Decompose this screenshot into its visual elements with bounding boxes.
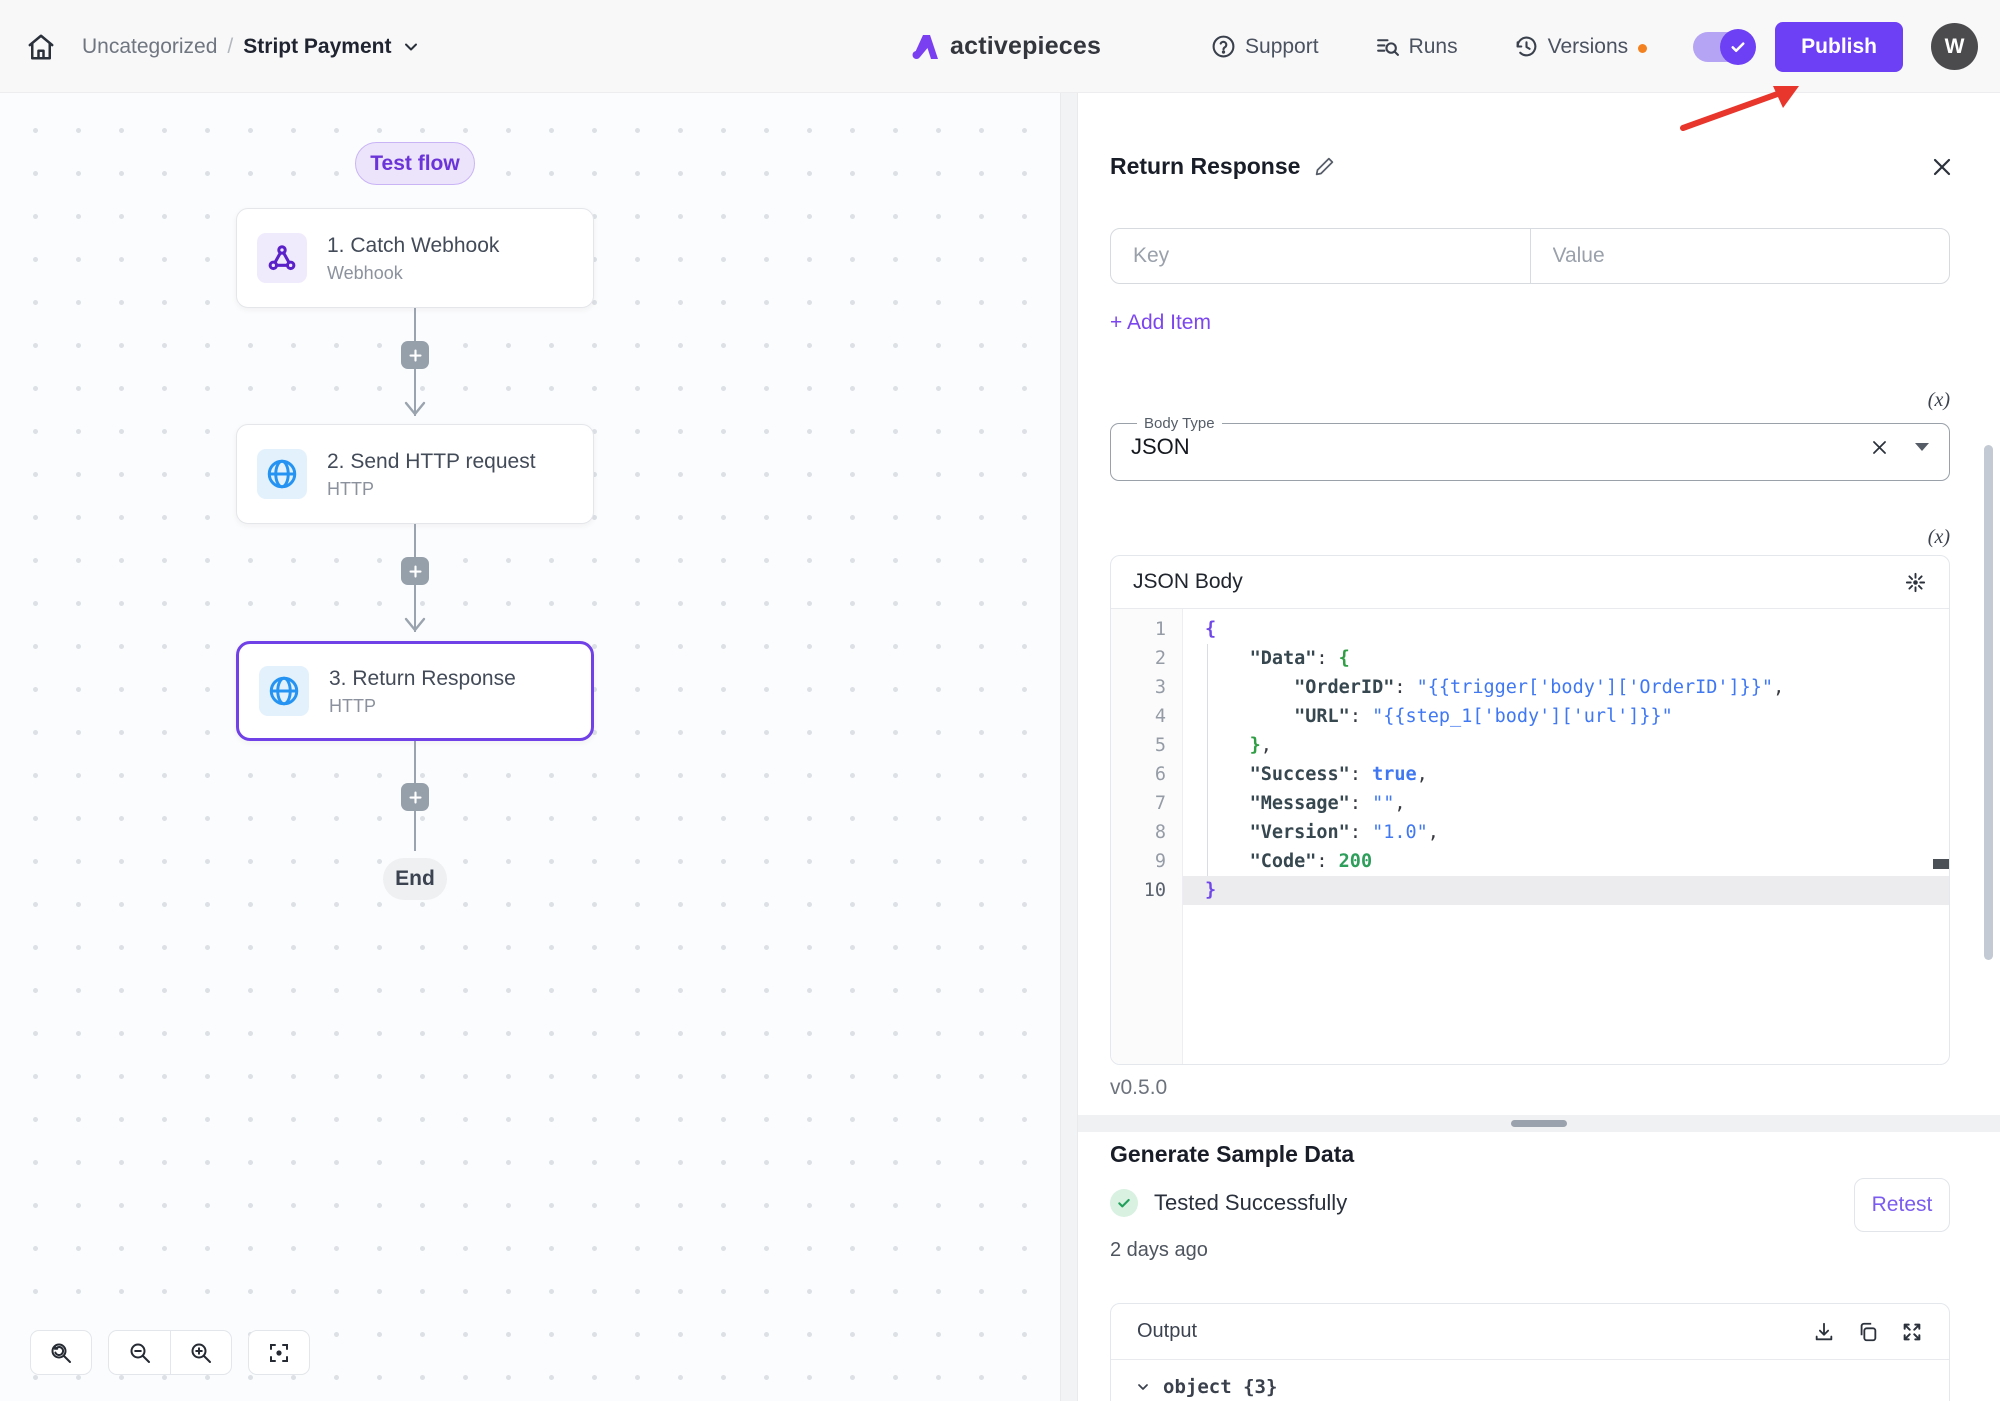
step-settings-panel: Return Response + Add Item (x) Body Type… xyxy=(1078,93,2000,1401)
code-content[interactable]: { "Data": { "OrderID": "{{trigger['body'… xyxy=(1183,609,1949,1064)
code-editor[interactable]: 12345678910 { "Data": { "OrderID": "{{tr… xyxy=(1111,609,1949,1064)
connector-arrowhead xyxy=(403,401,427,417)
test-status-label: Tested Successfully xyxy=(1154,1190,1347,1216)
breadcrumb-category[interactable]: Uncategorized xyxy=(82,35,217,59)
output-tree-node[interactable]: object {3} xyxy=(1111,1360,1949,1398)
chevron-down-icon xyxy=(1135,1379,1151,1395)
step-card-return-response[interactable]: 3. Return Response HTTP xyxy=(236,641,594,741)
top-bar: Uncategorized / Stript Payment activepie… xyxy=(0,0,2000,93)
flow-name[interactable]: Stript Payment xyxy=(243,35,391,59)
json-body-label: JSON Body xyxy=(1133,570,1904,594)
output-title: Output xyxy=(1137,1320,1813,1343)
zoom-in-button[interactable] xyxy=(170,1330,232,1375)
add-step-button[interactable] xyxy=(401,557,429,585)
body-type-value: JSON xyxy=(1131,434,1870,460)
connector-arrowhead xyxy=(403,617,427,633)
clear-selection-icon[interactable] xyxy=(1870,438,1889,457)
versions-button[interactable]: Versions xyxy=(1514,34,1629,59)
step-title: 1. Catch Webhook xyxy=(327,232,499,260)
canvas-controls xyxy=(30,1330,310,1375)
app-logo: activepieces xyxy=(910,0,1101,93)
beautify-sparkle-icon[interactable] xyxy=(1904,571,1927,594)
code-gutter: 12345678910 xyxy=(1111,609,1183,1064)
toggle-check-icon xyxy=(1720,29,1756,65)
panel-scrollbar-thumb[interactable] xyxy=(1984,445,1993,960)
panel-title: Return Response xyxy=(1110,153,1300,180)
retest-button[interactable]: Retest xyxy=(1854,1178,1950,1232)
globe-icon xyxy=(257,449,307,499)
json-body-editor: JSON Body 12345678910 { "Data": { "Order… xyxy=(1110,555,1950,1065)
body-type-select[interactable]: Body Type JSON xyxy=(1110,415,1950,481)
insert-variable-icon[interactable]: (x) xyxy=(1928,526,1950,549)
avatar[interactable]: W xyxy=(1931,23,1978,70)
dropdown-caret-icon[interactable] xyxy=(1915,443,1929,451)
body-type-label: Body Type xyxy=(1137,415,1222,432)
chevron-down-icon[interactable] xyxy=(401,37,421,57)
list-search-icon xyxy=(1375,34,1400,59)
generate-sample-data-title: Generate Sample Data xyxy=(1110,1141,1354,1168)
logo-text: activepieces xyxy=(950,32,1101,61)
flow-end-label: End xyxy=(383,858,447,900)
expand-icon[interactable] xyxy=(1901,1321,1923,1343)
add-step-button[interactable] xyxy=(401,341,429,369)
insert-variable-icon[interactable]: (x) xyxy=(1928,389,1950,412)
test-flow-button[interactable]: Test flow xyxy=(355,142,475,185)
history-icon xyxy=(1514,34,1539,59)
value-input[interactable] xyxy=(1531,229,1950,283)
step-title: 2. Send HTTP request xyxy=(327,448,536,476)
webhook-icon xyxy=(257,233,307,283)
indent-guide xyxy=(1207,644,1208,876)
step-card-send-http[interactable]: 2. Send HTTP request HTTP xyxy=(236,424,594,524)
flow-canvas[interactable]: Test flow 1. Catch Webhook Webhook 2. Se… xyxy=(0,93,1060,1401)
success-check-icon xyxy=(1110,1189,1138,1217)
add-step-button[interactable] xyxy=(401,783,429,811)
zoom-out-button[interactable] xyxy=(108,1330,170,1375)
copy-icon[interactable] xyxy=(1857,1321,1879,1343)
breadcrumb: Uncategorized / Stript Payment xyxy=(82,35,421,59)
close-panel-icon[interactable] xyxy=(1930,155,1954,179)
step-subtitle: Webhook xyxy=(327,263,499,284)
panel-split-divider xyxy=(1078,1115,2000,1132)
step-card-catch-webhook[interactable]: 1. Catch Webhook Webhook xyxy=(236,208,594,308)
step-subtitle: HTTP xyxy=(329,696,516,717)
divider-drag-handle[interactable] xyxy=(1511,1120,1567,1127)
add-item-button[interactable]: + Add Item xyxy=(1110,311,1211,335)
download-icon[interactable] xyxy=(1813,1321,1835,1343)
globe-icon xyxy=(259,666,309,716)
runs-button[interactable]: Runs xyxy=(1375,34,1458,59)
zoom-reset-button[interactable] xyxy=(30,1330,92,1375)
test-status-row: Tested Successfully xyxy=(1110,1189,1347,1217)
question-circle-icon xyxy=(1211,34,1236,59)
output-card: Output object {3} xyxy=(1110,1303,1950,1401)
support-button[interactable]: Support xyxy=(1211,34,1319,59)
activepieces-logo-icon xyxy=(910,33,940,61)
last-tested-time: 2 days ago xyxy=(1110,1239,1208,1262)
editor-scrollbar-thumb[interactable] xyxy=(1933,859,1949,869)
edit-pencil-icon[interactable] xyxy=(1314,156,1335,177)
publish-button[interactable]: Publish xyxy=(1775,22,1903,72)
home-icon[interactable] xyxy=(26,32,56,62)
step-title: 3. Return Response xyxy=(329,665,516,693)
flow-enabled-toggle[interactable] xyxy=(1693,32,1753,62)
key-input[interactable] xyxy=(1111,229,1530,283)
step-subtitle: HTTP xyxy=(327,479,536,500)
response-header-row xyxy=(1110,228,1950,284)
piece-version-label: v0.5.0 xyxy=(1110,1076,1167,1100)
fit-view-button[interactable] xyxy=(248,1330,310,1375)
panel-resize-strip[interactable] xyxy=(1060,93,1078,1401)
versions-unpublished-dot xyxy=(1638,44,1647,53)
